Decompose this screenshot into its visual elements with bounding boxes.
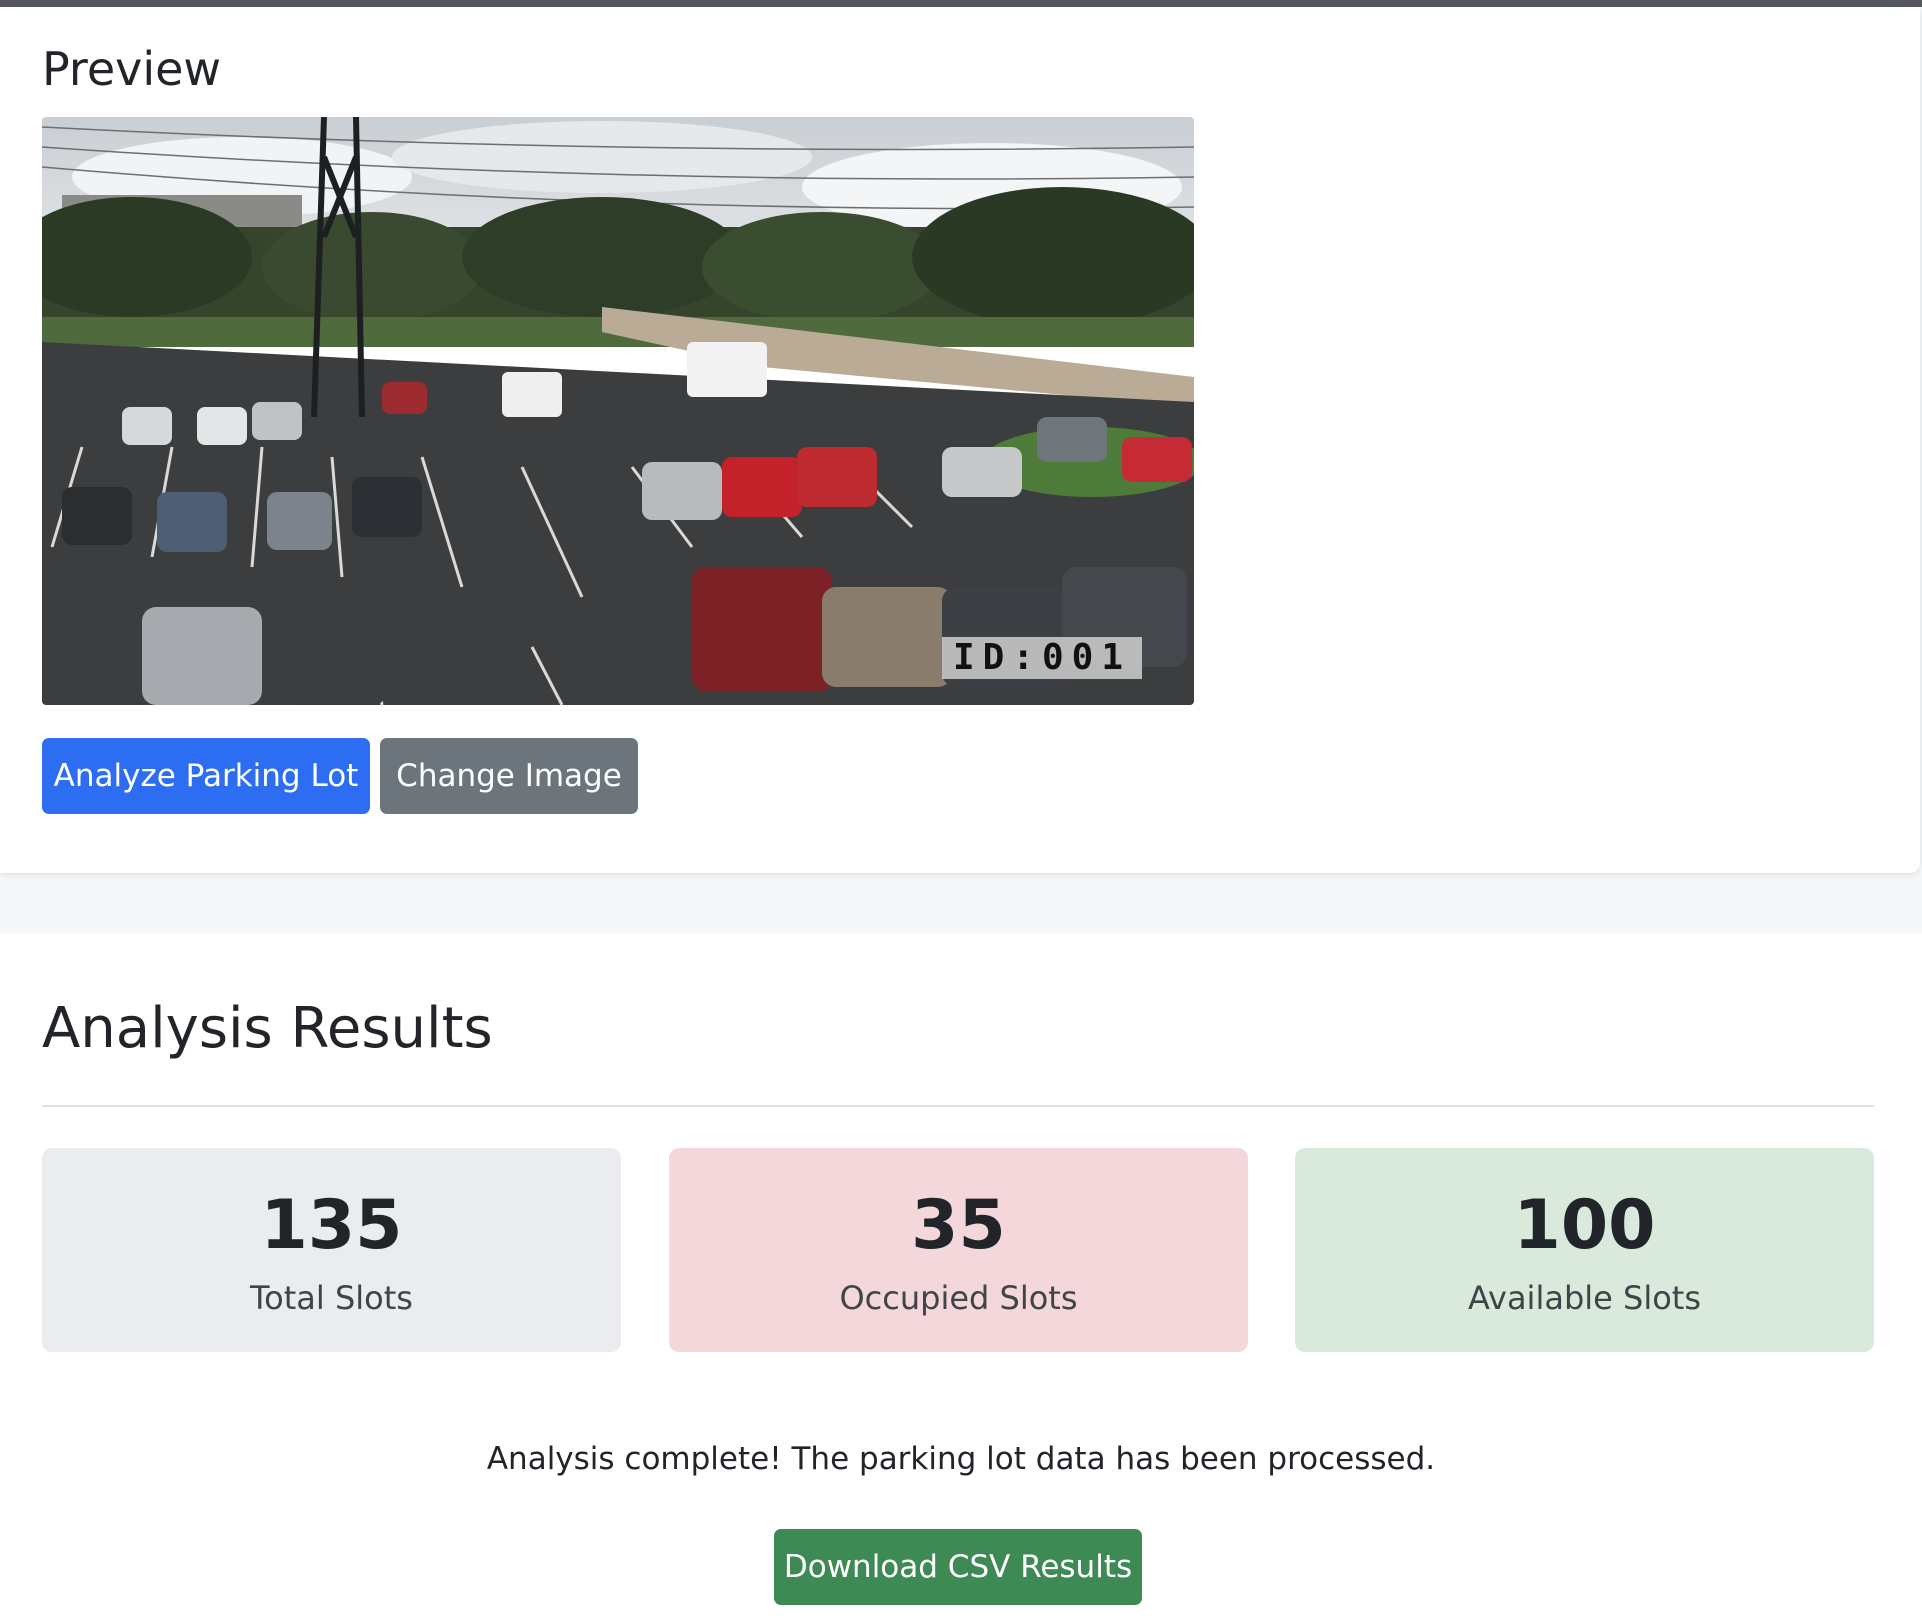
total-slots-card: 135 Total Slots [42,1148,621,1352]
total-slots-value: 135 [260,1186,403,1265]
available-slots-card: 100 Available Slots [1295,1148,1874,1352]
analyze-parking-lot-button[interactable]: Analyze Parking Lot [42,738,370,814]
analysis-status-message: Analysis complete! The parking lot data … [486,1441,1436,1477]
analysis-results-card: Analysis Results 135 Total Slots 35 Occu… [0,933,1922,1624]
image-id-overlay: ID:001 [953,637,1131,678]
available-slots-value: 100 [1513,1186,1656,1265]
results-title: Analysis Results [42,996,493,1061]
preview-title: Preview [42,42,222,96]
occupied-slots-value: 35 [911,1186,1006,1265]
total-slots-label: Total Slots [250,1279,413,1317]
download-csv-button[interactable]: Download CSV Results [774,1529,1142,1605]
occupied-slots-label: Occupied Slots [839,1279,1078,1317]
parking-lot-image: ID:001 [42,117,1194,705]
available-slots-label: Available Slots [1467,1279,1701,1317]
preview-card: Preview ID:001 Analyze Parking Lot Chang… [0,7,1920,873]
change-image-button[interactable]: Change Image [380,738,638,814]
occupied-slots-card: 35 Occupied Slots [669,1148,1248,1352]
results-divider [42,1105,1874,1107]
window-top-border [0,0,1922,7]
